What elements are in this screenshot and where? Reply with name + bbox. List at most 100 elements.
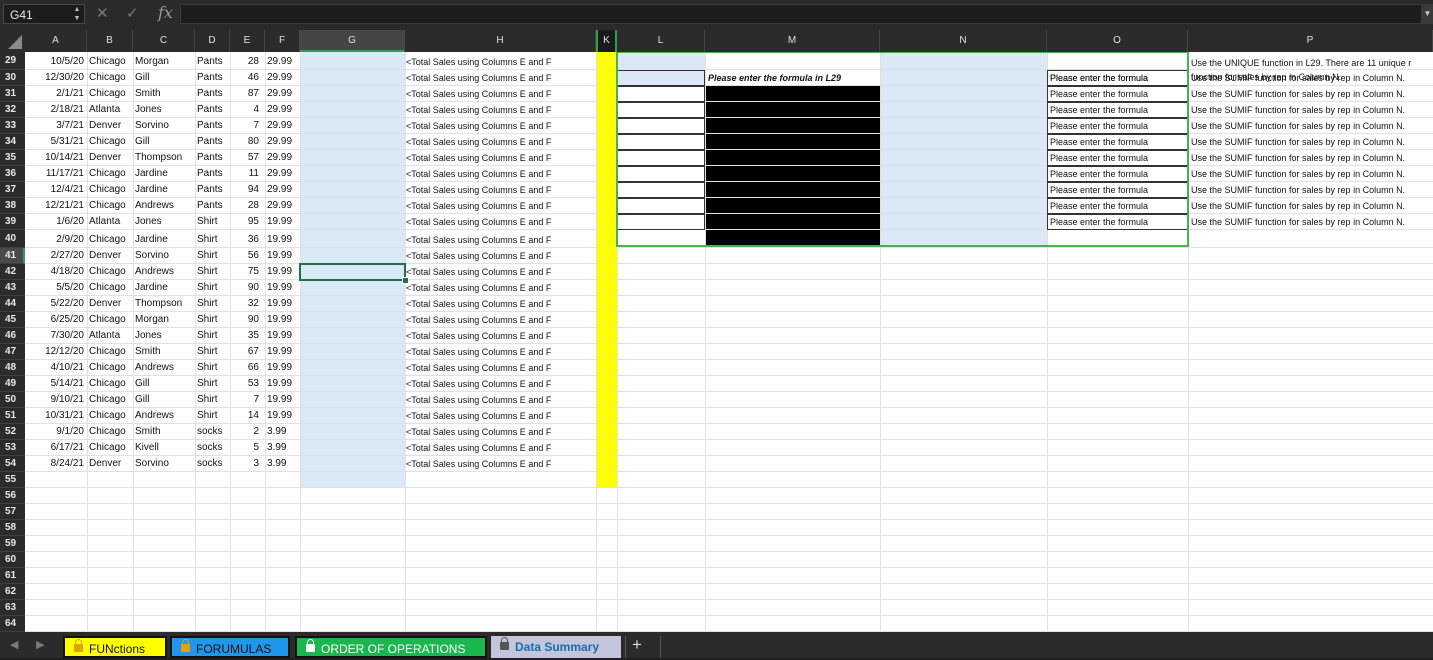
cell-h-note[interactable]: <Total Sales using Columns E and F [406,440,551,456]
cell-qty[interactable]: 66 [230,360,259,376]
cell-o-note[interactable]: Please enter the formula [1050,118,1148,134]
column-header-n[interactable]: N [880,30,1047,52]
row-header-50[interactable]: 50 [0,392,25,408]
cell-date[interactable]: 12/30/20 [25,70,84,86]
cell-qty[interactable]: 11 [230,166,259,182]
cell-date[interactable]: 2/1/21 [25,86,84,102]
cell-qty[interactable]: 35 [230,328,259,344]
cell-rep[interactable]: Andrews [135,360,192,376]
cell-city[interactable]: Chicago [89,280,130,296]
row-header-29[interactable]: 29 [0,52,25,70]
cell-price[interactable]: 19.99 [267,408,295,424]
cell-city[interactable]: Denver [89,118,130,134]
cell-city[interactable]: Denver [89,150,130,166]
cell-city[interactable]: Atlanta [89,102,130,118]
cell-item[interactable]: Shirt [197,312,227,328]
cell-rep[interactable]: Gill [135,376,192,392]
cell-item[interactable]: Pants [197,86,227,102]
cell-item[interactable]: Shirt [197,360,227,376]
cell-h-note[interactable]: <Total Sales using Columns E and F [406,248,551,264]
formula-input[interactable] [180,4,1422,24]
cell-rep[interactable]: Sorvino [135,118,192,134]
cell-p-note[interactable]: Use the SUMIF function for sales by rep … [1191,214,1405,230]
cell-rep[interactable]: Gill [135,70,192,86]
cell-item[interactable]: Pants [197,70,227,86]
cell-price[interactable]: 19.99 [267,232,295,248]
cell-h-note[interactable]: <Total Sales using Columns E and F [406,312,551,328]
cell-h-note[interactable]: <Total Sales using Columns E and F [406,408,551,424]
cell-rep[interactable]: Morgan [135,54,192,70]
row-header-56[interactable]: 56 [0,488,25,504]
cell-date[interactable]: 4/10/21 [25,360,84,376]
cell-qty[interactable]: 80 [230,134,259,150]
cell-price[interactable]: 29.99 [267,54,295,70]
cell-rep[interactable]: Jones [135,102,192,118]
row-header-60[interactable]: 60 [0,552,25,568]
row-header-37[interactable]: 37 [0,182,25,198]
select-all-corner[interactable] [0,30,25,52]
row-header-41[interactable]: 41 [0,248,25,264]
cell-item[interactable]: Pants [197,166,227,182]
row-header-32[interactable]: 32 [0,102,25,118]
column-header-k[interactable]: K [596,30,617,52]
cell-rep[interactable]: Smith [135,86,192,102]
cell-item[interactable]: Shirt [197,408,227,424]
cell-price[interactable]: 19.99 [267,392,295,408]
cell-p-note[interactable]: Use the SUMIF function for sales by rep … [1191,134,1405,150]
cell-city[interactable]: Atlanta [89,214,130,230]
cell-date[interactable]: 1/6/20 [25,214,84,230]
cell-date[interactable]: 9/1/20 [25,424,84,440]
cell-city[interactable]: Denver [89,296,130,312]
cell-qty[interactable]: 94 [230,182,259,198]
cell-h-note[interactable]: <Total Sales using Columns E and F [406,134,551,150]
cell-price[interactable]: 29.99 [267,134,295,150]
cell-rep[interactable]: Andrews [135,264,192,280]
cell-item[interactable]: Pants [197,54,227,70]
cell-date[interactable]: 10/31/21 [25,408,84,424]
cell-qty[interactable]: 57 [230,150,259,166]
cell-price[interactable]: 19.99 [267,214,295,230]
column-header-e[interactable]: E [230,30,265,52]
cell-item[interactable]: Shirt [197,376,227,392]
cell-p29-line2[interactable]: function for sales by rep in Column N. [1191,69,1341,85]
cell-qty[interactable]: 7 [230,392,259,408]
cell-city[interactable]: Chicago [89,70,130,86]
cell-rep[interactable]: Smith [135,344,192,360]
cell-item[interactable]: Pants [197,198,227,214]
row-header-35[interactable]: 35 [0,150,25,166]
cell-p-note[interactable]: Use the SUMIF function for sales by rep … [1191,118,1405,134]
cell-qty[interactable]: 3 [230,456,259,472]
cell-p-note[interactable]: Use the SUMIF function for sales by rep … [1191,182,1405,198]
tab-order-of-operations[interactable]: ORDER OF OPERATIONS [295,636,487,658]
cell-qty[interactable]: 4 [230,102,259,118]
cell-h-note[interactable]: <Total Sales using Columns E and F [406,360,551,376]
cell-m29-note[interactable]: Please enter the formula in L29 [708,70,841,86]
cell-qty[interactable]: 28 [230,54,259,70]
cell-price[interactable]: 19.99 [267,328,295,344]
cell-rep[interactable]: Gill [135,134,192,150]
cell-date[interactable]: 12/12/20 [25,344,84,360]
cell-h-note[interactable]: <Total Sales using Columns E and F [406,182,551,198]
cell-p-note[interactable]: Use the SUMIF function for sales by rep … [1191,86,1405,102]
cell-qty[interactable]: 53 [230,376,259,392]
cell-city[interactable]: Chicago [89,376,130,392]
cell-h-note[interactable]: <Total Sales using Columns E and F [406,214,551,230]
cell-o-note[interactable]: Please enter the formula [1050,86,1148,102]
cell-rep[interactable]: Jones [135,214,192,230]
row-header-62[interactable]: 62 [0,584,25,600]
cell-item[interactable]: Pants [197,134,227,150]
column-header-a[interactable]: A [25,30,87,52]
row-header-61[interactable]: 61 [0,568,25,584]
cell-qty[interactable]: 87 [230,86,259,102]
cell-city[interactable]: Chicago [89,134,130,150]
function-icon[interactable]: fx [158,3,173,22]
cell-price[interactable]: 29.99 [267,102,295,118]
row-header-47[interactable]: 47 [0,344,25,360]
cell-date[interactable]: 3/7/21 [25,118,84,134]
column-header-d[interactable]: D [195,30,230,52]
cell-city[interactable]: Chicago [89,408,130,424]
cell-item[interactable]: Pants [197,150,227,166]
cell-rep[interactable]: Smith [135,424,192,440]
row-header-34[interactable]: 34 [0,134,25,150]
cell-o-note[interactable]: Please enter the formula [1050,134,1148,150]
